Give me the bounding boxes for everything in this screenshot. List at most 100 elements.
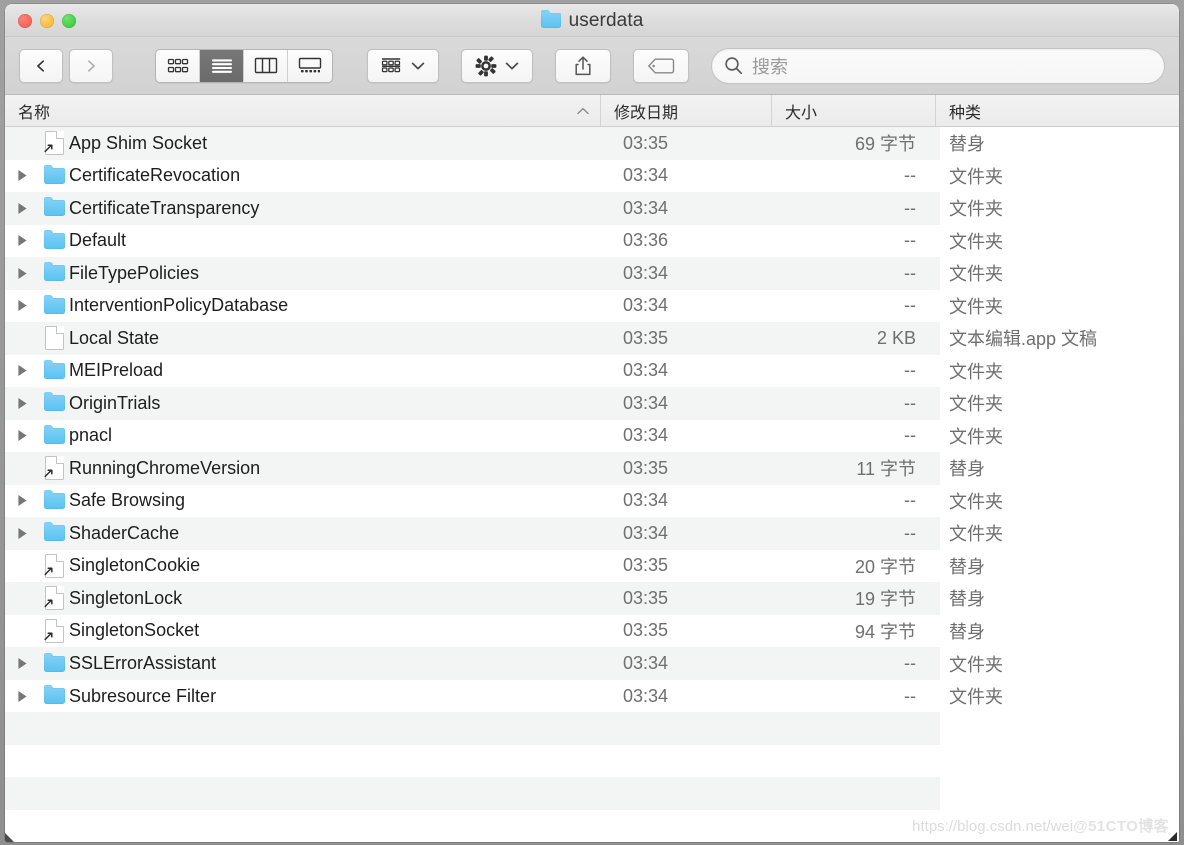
file-icon xyxy=(39,456,69,481)
file-icon xyxy=(39,229,69,249)
table-row[interactable]: Default 03:36 -- 文件夹 xyxy=(5,225,1179,258)
column-header-kind-label: 种类 xyxy=(949,104,982,122)
file-icon xyxy=(39,685,69,705)
disclosure-triangle-icon xyxy=(17,495,27,507)
chevron-left-icon xyxy=(37,59,45,72)
tag-icon xyxy=(648,58,675,73)
table-row[interactable]: SingletonLock 03:35 19 字节 替身 xyxy=(5,582,1179,615)
table-row[interactable]: Subresource Filter 03:34 -- 文件夹 xyxy=(5,680,1179,713)
file-date-cell: 03:34 xyxy=(623,392,669,413)
file-date-cell: 03:35 xyxy=(623,327,669,348)
file-size-cell: -- xyxy=(904,295,916,316)
table-row[interactable]: Local State 03:35 2 KB 文本编辑.app 文稿 xyxy=(5,322,1179,355)
table-row[interactable]: InterventionPolicyDatabase 03:34 -- 文件夹 xyxy=(5,290,1179,323)
table-row[interactable]: SingletonCookie 03:35 20 字节 替身 xyxy=(5,550,1179,583)
disclosure-triangle[interactable] xyxy=(5,494,39,507)
table-row[interactable]: ShaderCache 03:34 -- 文件夹 xyxy=(5,517,1179,550)
table-row-empty xyxy=(5,810,1179,842)
disclosure-triangle[interactable] xyxy=(5,299,39,312)
file-date-cell: 03:34 xyxy=(623,425,669,446)
file-name-cell: CertificateTransparency xyxy=(5,197,601,219)
file-name-cell: RunningChromeVersion xyxy=(5,456,601,481)
action-button[interactable] xyxy=(461,48,533,83)
list-icon xyxy=(211,58,232,73)
disclosure-triangle-icon xyxy=(17,300,27,312)
file-name-cell: SingletonCookie xyxy=(5,553,601,578)
disclosure-triangle[interactable] xyxy=(5,527,39,540)
table-row[interactable]: SingletonSocket 03:35 94 字节 替身 xyxy=(5,615,1179,648)
resize-corner-icon[interactable] xyxy=(1164,828,1178,842)
table-row[interactable]: CertificateRevocation 03:34 -- 文件夹 xyxy=(5,160,1179,193)
list-view-button[interactable] xyxy=(200,49,244,82)
column-header-kind[interactable]: 种类 xyxy=(936,95,1179,126)
folder-icon xyxy=(43,392,65,412)
file-icon xyxy=(39,164,69,184)
disclosure-triangle[interactable] xyxy=(5,234,39,247)
disclosure-triangle[interactable] xyxy=(5,397,39,410)
back-button[interactable] xyxy=(19,48,63,83)
share-icon xyxy=(575,55,591,75)
group-by-button[interactable] xyxy=(367,48,439,83)
file-date-cell: 03:34 xyxy=(623,522,669,543)
file-date-cell: 03:34 xyxy=(623,360,669,381)
disclosure-triangle[interactable] xyxy=(5,267,39,280)
column-header-size[interactable]: 大小 xyxy=(772,95,936,126)
folder-icon xyxy=(540,10,561,28)
table-row[interactable]: pnacl 03:34 -- 文件夹 xyxy=(5,420,1179,453)
disclosure-triangle-icon xyxy=(17,267,27,279)
file-name-cell: ShaderCache xyxy=(5,522,601,544)
file-size-cell: -- xyxy=(904,392,916,413)
folder-icon xyxy=(43,685,65,705)
disclosure-triangle[interactable] xyxy=(5,657,39,670)
column-header-size-label: 大小 xyxy=(785,104,818,122)
table-row[interactable]: App Shim Socket 03:35 69 字节 替身 xyxy=(5,127,1179,160)
column-header-date[interactable]: 修改日期 xyxy=(601,95,772,126)
file-date-cell: 03:36 xyxy=(623,230,669,251)
table-row[interactable]: SSLErrorAssistant 03:34 -- 文件夹 xyxy=(5,647,1179,680)
forward-button[interactable] xyxy=(69,48,113,83)
disclosure-triangle[interactable] xyxy=(5,364,39,377)
gallery-view-button[interactable] xyxy=(288,50,332,82)
group-icon xyxy=(381,57,400,72)
disclosure-triangle[interactable] xyxy=(5,690,39,703)
file-kind-cell: 文件夹 xyxy=(949,491,1003,512)
file-list[interactable]: App Shim Socket 03:35 69 字节 替身 CertificateRe… xyxy=(5,127,1179,842)
file-date-cell: 03:35 xyxy=(623,587,669,608)
file-kind-cell: 文件夹 xyxy=(949,166,1003,187)
file-date-cell: 03:34 xyxy=(623,685,669,706)
folder-icon xyxy=(43,294,65,314)
resize-corner-left-icon[interactable] xyxy=(5,830,17,842)
table-row[interactable]: Safe Browsing 03:34 -- 文件夹 xyxy=(5,485,1179,518)
chevron-right-icon xyxy=(87,59,95,72)
file-name-cell: App Shim Socket xyxy=(5,131,601,156)
column-header-name[interactable]: 名称 xyxy=(5,95,601,126)
file-date-cell: 03:35 xyxy=(623,457,669,478)
search-field[interactable]: 搜索 xyxy=(711,47,1165,84)
file-kind-cell: 文件夹 xyxy=(949,361,1003,382)
tag-button[interactable] xyxy=(633,48,689,83)
gallery-icon xyxy=(298,57,322,73)
file-date-cell: 03:35 xyxy=(623,620,669,641)
window-titlebar[interactable]: userdata xyxy=(5,4,1179,37)
file-date-cell: 03:34 xyxy=(623,653,669,673)
table-row[interactable]: RunningChromeVersion 03:35 11 字节 替身 xyxy=(5,452,1179,485)
disclosure-triangle[interactable] xyxy=(5,429,39,442)
screenshot-root: userdata 搜索 名称 修改日期 大小 种类 App Shim Socke… xyxy=(0,0,1184,845)
disclosure-triangle[interactable] xyxy=(5,169,39,182)
document-icon xyxy=(43,618,64,643)
icon-view-button[interactable] xyxy=(156,49,200,82)
table-row[interactable]: FileTypePolicies 03:34 -- 文件夹 xyxy=(5,257,1179,290)
share-button[interactable] xyxy=(555,48,611,83)
folder-icon xyxy=(43,652,65,672)
file-name-cell: CertificateRevocation xyxy=(5,164,601,186)
disclosure-triangle[interactable] xyxy=(5,202,39,215)
table-row[interactable]: MEIPreload 03:34 -- 文件夹 xyxy=(5,355,1179,388)
column-view-button[interactable] xyxy=(244,49,288,82)
file-icon xyxy=(39,131,69,156)
table-row[interactable]: OriginTrials 03:34 -- 文件夹 xyxy=(5,387,1179,420)
file-size-cell: -- xyxy=(904,490,916,511)
table-row[interactable]: CertificateTransparency 03:34 -- 文件夹 xyxy=(5,192,1179,225)
columns-icon xyxy=(254,57,277,74)
file-icon xyxy=(39,262,69,282)
finder-window: userdata 搜索 名称 修改日期 大小 种类 App Shim Socke… xyxy=(5,4,1179,842)
